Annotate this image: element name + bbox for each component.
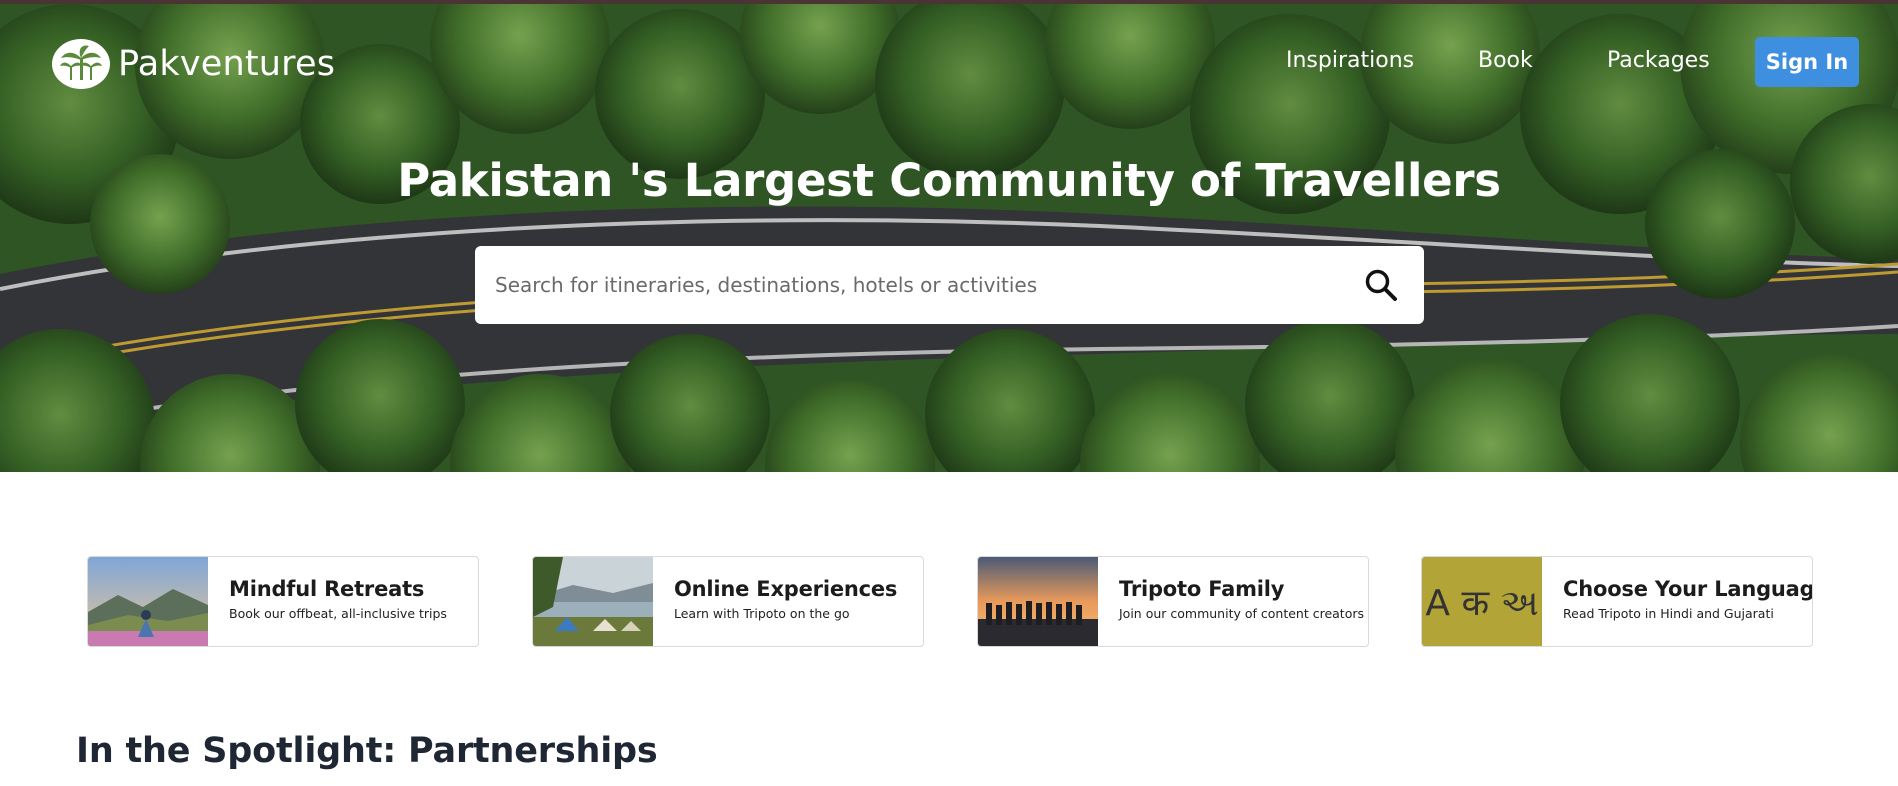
brand-name: Pakventures: [118, 44, 336, 84]
card-title: Choose Your Language: [1563, 577, 1813, 601]
search-icon[interactable]: [1338, 246, 1424, 324]
sign-in-button[interactable]: Sign In: [1755, 37, 1859, 87]
card-title: Online Experiences: [674, 577, 898, 601]
card-title: Tripoto Family: [1119, 577, 1285, 601]
card-choose-language[interactable]: A क અ Choose Your Language Read Tripoto …: [1421, 556, 1813, 647]
spotlight-title: In the Spotlight: Partnerships: [76, 731, 658, 771]
online-experiences-thumbnail: [533, 557, 653, 646]
search-input[interactable]: [475, 246, 1338, 324]
language-glyphs: A क અ: [1425, 583, 1539, 624]
card-subtitle: Book our offbeat, all-inclusive trips: [229, 606, 447, 621]
card-tripoto-family[interactable]: Tripoto Family Join our community of con…: [977, 556, 1369, 647]
tripoto-family-thumbnail: [978, 557, 1098, 646]
card-title: Mindful Retreats: [229, 577, 425, 601]
language-thumbnail: A क અ: [1422, 557, 1542, 646]
mindful-retreats-thumbnail: [88, 557, 208, 646]
brand-logo-link[interactable]: Pakventures: [52, 38, 335, 90]
search-bar: [475, 246, 1424, 324]
nav-packages[interactable]: Packages: [1607, 48, 1710, 73]
nav-inspirations[interactable]: Inspirations: [1286, 48, 1414, 73]
card-online-experiences[interactable]: Online Experiences Learn with Tripoto on…: [532, 556, 924, 647]
palm-tree-icon: [52, 39, 110, 89]
card-mindful-retreats[interactable]: Mindful Retreats Book our offbeat, all-i…: [87, 556, 479, 647]
card-subtitle: Join our community of content creators: [1119, 606, 1364, 621]
card-subtitle: Learn with Tripoto on the go: [674, 606, 850, 621]
card-subtitle: Read Tripoto in Hindi and Gujarati: [1563, 606, 1774, 621]
nav-book[interactable]: Book: [1478, 48, 1533, 73]
feature-cards: Mindful Retreats Book our offbeat, all-i…: [0, 556, 1898, 648]
hero-banner: Pakventures Inspirations Book Packages S…: [0, 0, 1898, 472]
hero-title: Pakistan 's Largest Community of Travell…: [397, 154, 1501, 207]
